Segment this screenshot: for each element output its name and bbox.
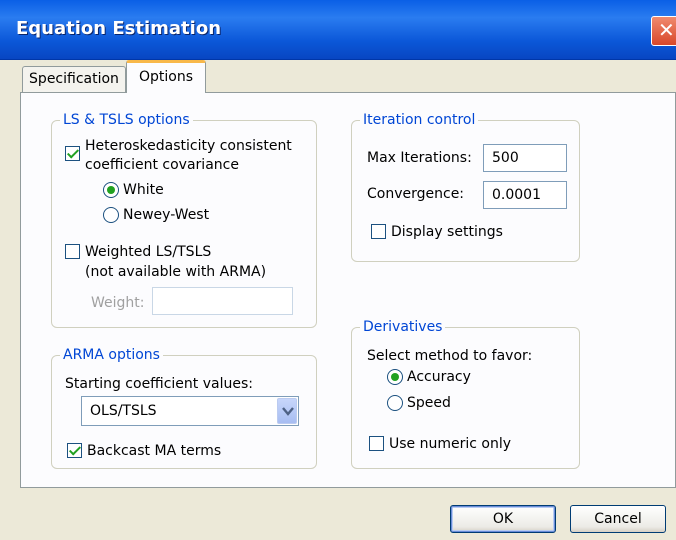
tab-options[interactable]: Options bbox=[126, 60, 206, 93]
convergence-label: Convergence: bbox=[367, 186, 465, 202]
white-label: White bbox=[123, 182, 164, 198]
hetero-label-line2: coefficient covariance bbox=[85, 157, 239, 173]
ok-button[interactable]: OK bbox=[450, 505, 556, 533]
close-icon: ✕ bbox=[658, 18, 675, 42]
speed-radio[interactable] bbox=[387, 395, 403, 411]
speed-label: Speed bbox=[407, 395, 451, 411]
tab-specification[interactable]: Specification bbox=[22, 66, 126, 92]
newey-west-label: Newey-West bbox=[123, 207, 210, 223]
weighted-label-line2: (not available with ARMA) bbox=[85, 264, 267, 280]
starting-values-value: OLS/TSLS bbox=[90, 403, 157, 419]
newey-west-radio[interactable] bbox=[103, 207, 119, 223]
window-title: Equation Estimation bbox=[16, 18, 222, 39]
hetero-checkbox[interactable] bbox=[65, 146, 80, 161]
iteration-legend: Iteration control bbox=[360, 111, 479, 129]
use-numeric-label: Use numeric only bbox=[389, 436, 512, 452]
select-method-label: Select method to favor: bbox=[367, 348, 533, 364]
use-numeric-checkbox[interactable] bbox=[369, 436, 384, 451]
options-panel: LS & TSLS options Heteroskedasticity con… bbox=[20, 92, 676, 488]
weighted-checkbox[interactable] bbox=[65, 244, 80, 259]
accuracy-label: Accuracy bbox=[407, 369, 471, 385]
accuracy-radio[interactable] bbox=[387, 369, 403, 385]
cancel-button[interactable]: Cancel bbox=[570, 505, 666, 533]
ls-tsls-legend: LS & TSLS options bbox=[60, 111, 193, 129]
close-button[interactable]: ✕ bbox=[651, 16, 676, 46]
display-settings-checkbox[interactable] bbox=[371, 224, 386, 239]
title-bar: Equation Estimation ✕ bbox=[0, 0, 676, 60]
weight-label: Weight: bbox=[91, 295, 145, 311]
weighted-label-line1: Weighted LS/TSLS bbox=[85, 244, 212, 260]
backcast-checkbox[interactable] bbox=[67, 443, 82, 458]
max-iterations-label: Max Iterations: bbox=[367, 150, 472, 166]
backcast-label: Backcast MA terms bbox=[87, 443, 222, 459]
convergence-field[interactable]: 0.0001 bbox=[483, 181, 567, 209]
starting-values-select[interactable]: OLS/TSLS bbox=[81, 396, 299, 426]
starting-values-label: Starting coefficient values: bbox=[65, 376, 253, 392]
weight-field[interactable] bbox=[152, 287, 293, 315]
white-radio[interactable] bbox=[103, 182, 119, 198]
hetero-label-line1: Heteroskedasticity consistent bbox=[85, 138, 292, 154]
display-settings-label: Display settings bbox=[391, 224, 503, 240]
max-iterations-field[interactable]: 500 bbox=[483, 144, 567, 172]
chevron-down-icon[interactable] bbox=[277, 398, 297, 424]
derivatives-legend: Derivatives bbox=[360, 318, 446, 336]
arma-legend: ARMA options bbox=[60, 346, 163, 364]
